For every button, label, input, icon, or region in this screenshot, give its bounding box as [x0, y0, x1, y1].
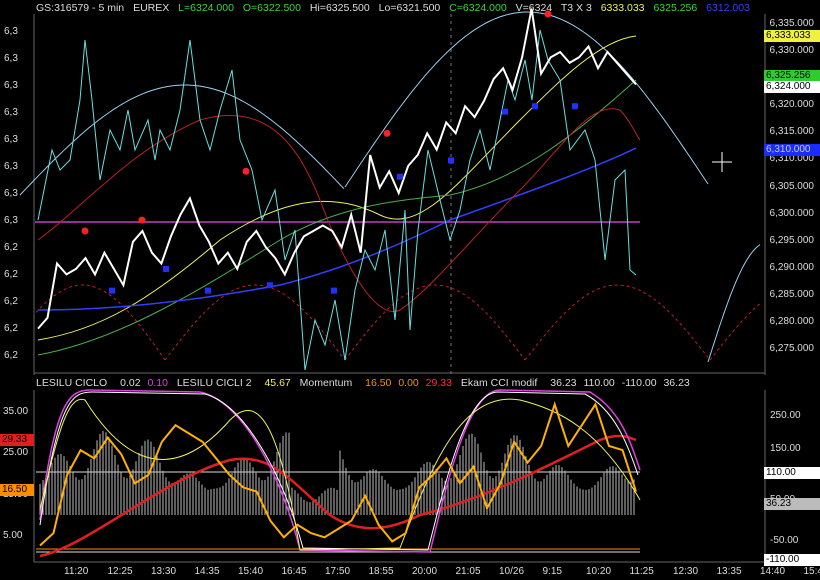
time-tick-label: 17:50	[325, 566, 351, 577]
time-tick-label: 15:45	[803, 566, 820, 577]
indicator-right-tick-label: 250.00	[770, 410, 801, 421]
time-tick-label: 11:20	[64, 566, 89, 577]
time-tick-label: 20:00	[412, 566, 438, 577]
time-tick-label: 9:15	[542, 566, 562, 577]
cci-tag-minus110: -110.00	[764, 554, 820, 566]
time-tick-label: 13:35	[716, 566, 742, 577]
time-tick-label: 15:40	[238, 566, 264, 577]
time-tick-label: 11:25	[629, 566, 654, 577]
indicator-right-tick-label: 150.00	[770, 443, 801, 454]
time-tick-label: 18:55	[368, 566, 394, 577]
time-tick-label: 13:30	[151, 566, 177, 577]
time-tick-label: 14:35	[194, 566, 220, 577]
time-tick-label: 10/26	[499, 566, 525, 577]
time-tick-label: 14:40	[760, 566, 786, 577]
indicator-right-tick-label: -50.00	[770, 535, 799, 546]
indicator-left-tick-label: 25.00	[3, 447, 29, 459]
time-tick-label: 21:05	[455, 566, 481, 577]
cci-tag-current: 36.23	[764, 498, 820, 510]
momentum-tag-red: 29.33	[0, 434, 34, 446]
time-tick-label: 12:30	[673, 566, 699, 577]
indicator-chart[interactable]	[0, 0, 820, 580]
momentum-tag-orange: 16.50	[0, 484, 34, 496]
time-tick-label: 10:20	[586, 566, 612, 577]
time-tick-label: 12:25	[107, 566, 133, 577]
cci-tag-110: 110.00	[764, 467, 820, 479]
time-tick-label: 16:45	[281, 566, 307, 577]
indicator-left-tick-label: 35.00	[3, 405, 29, 417]
indicator-left-tick-label: 5.00	[3, 530, 23, 542]
